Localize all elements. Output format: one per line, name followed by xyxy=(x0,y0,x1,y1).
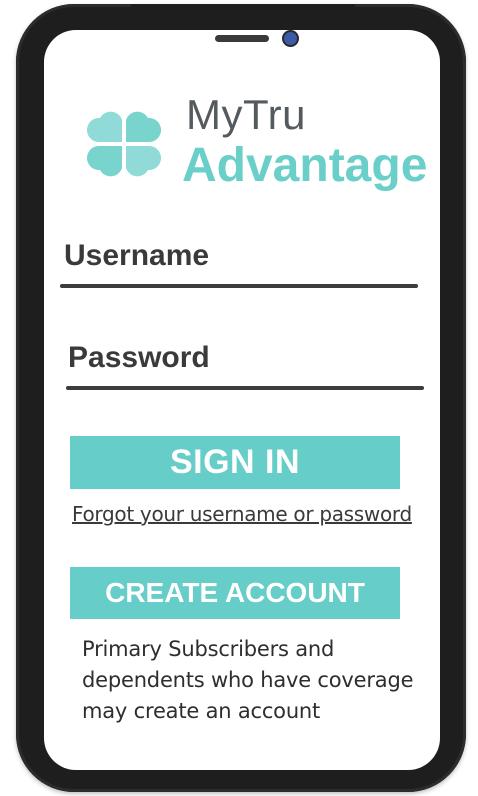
speaker-grille xyxy=(215,35,269,42)
logo-wordmark-mytru: MyTru xyxy=(186,91,306,138)
forgot-credentials-link[interactable]: Forgot your username or password xyxy=(72,502,412,526)
username-field[interactable]: Username xyxy=(64,241,209,271)
create-account-button[interactable]: CREATE ACCOUNT xyxy=(70,567,400,619)
password-underline xyxy=(66,386,424,390)
sign-in-button[interactable]: SIGN IN xyxy=(70,436,400,489)
password-field[interactable]: Password xyxy=(68,343,210,373)
front-camera-icon xyxy=(284,32,297,45)
username-underline xyxy=(60,284,418,288)
eligibility-note: Primary Subscribers and dependents who h… xyxy=(82,637,414,723)
logo-wordmark-advantage: Advantage xyxy=(182,139,428,192)
four-leaf-heart-logo-icon xyxy=(86,111,162,177)
